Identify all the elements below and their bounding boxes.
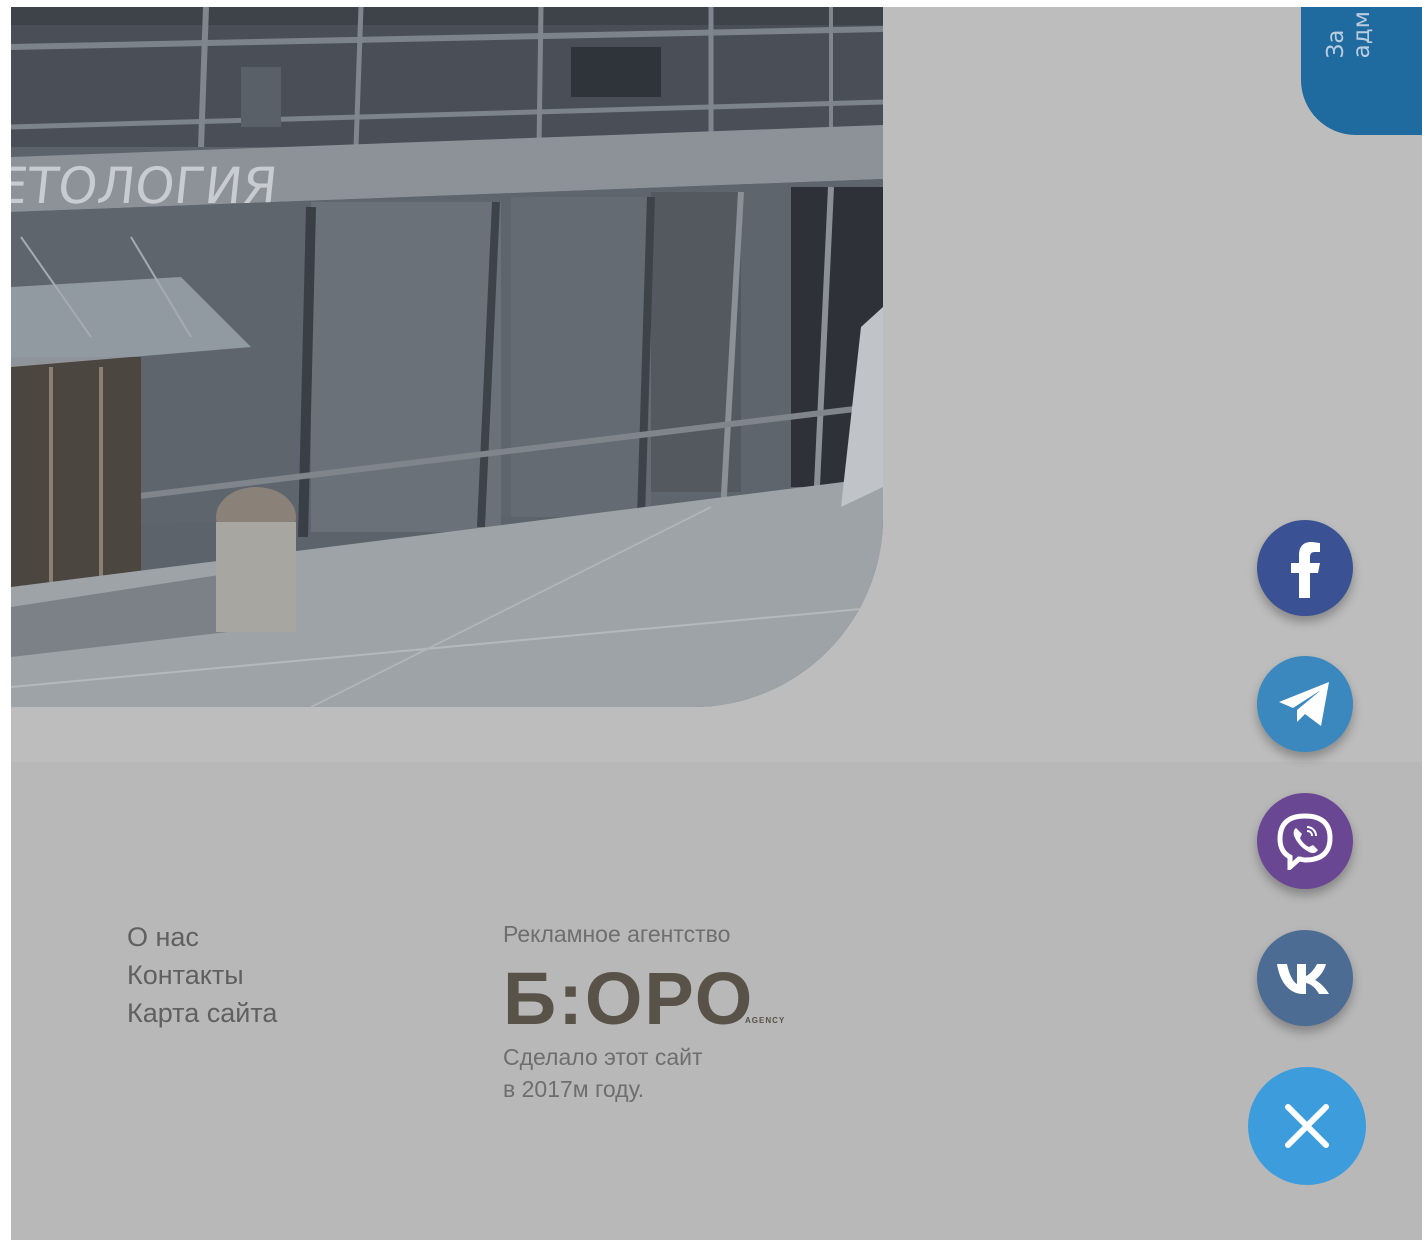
page-content: ЕТОЛОГИЯ За адм О нас Контакты Карта сай…: [11, 7, 1422, 1240]
agency-logo-link[interactable]: Б:ОРО AGENCY: [503, 959, 843, 1039]
footer-link-about[interactable]: О нас: [127, 918, 277, 956]
telegram-button[interactable]: [1257, 656, 1353, 752]
building-photo: ЕТОЛОГИЯ: [11, 7, 883, 707]
vk-button[interactable]: [1257, 930, 1353, 1026]
page: ЕТОЛОГИЯ За адм О нас Контакты Карта сай…: [0, 0, 1422, 1240]
agency-block: Рекламное агентство Б:ОРО AGENCY Сделало…: [503, 919, 843, 1105]
agency-caption: Рекламное агентство: [503, 921, 731, 947]
facebook-button[interactable]: [1257, 520, 1353, 616]
agency-credit-line-1: Сделало этот сайт: [503, 1044, 703, 1070]
footer-link-contacts[interactable]: Контакты: [127, 956, 277, 994]
vk-icon: [1277, 964, 1329, 994]
footer-link-sitemap[interactable]: Карта сайта: [127, 994, 277, 1032]
viber-icon: [1277, 813, 1333, 870]
building-photo-illustration: ЕТОЛОГИЯ: [11, 7, 883, 707]
close-button[interactable]: [1248, 1067, 1366, 1185]
agency-logo-subtext: AGENCY: [745, 1016, 786, 1025]
telegram-icon: [1279, 682, 1329, 726]
footer-nav: О нас Контакты Карта сайта: [127, 918, 277, 1032]
viber-button[interactable]: [1257, 793, 1353, 889]
side-tab-label-line-1: За: [1323, 29, 1349, 59]
side-tab-label: За адм: [1323, 11, 1375, 58]
close-icon: [1285, 1104, 1329, 1148]
facebook-icon: [1291, 542, 1320, 598]
agency-credit: Сделало этот сайт в 2017м году.: [503, 1041, 803, 1105]
agency-logo: Б:ОРО: [503, 957, 755, 1040]
agency-credit-line-2: в 2017м году.: [503, 1076, 645, 1102]
side-tab-label-line-2: адм: [1349, 11, 1375, 59]
side-tab-button[interactable]: За адм: [1301, 7, 1422, 135]
